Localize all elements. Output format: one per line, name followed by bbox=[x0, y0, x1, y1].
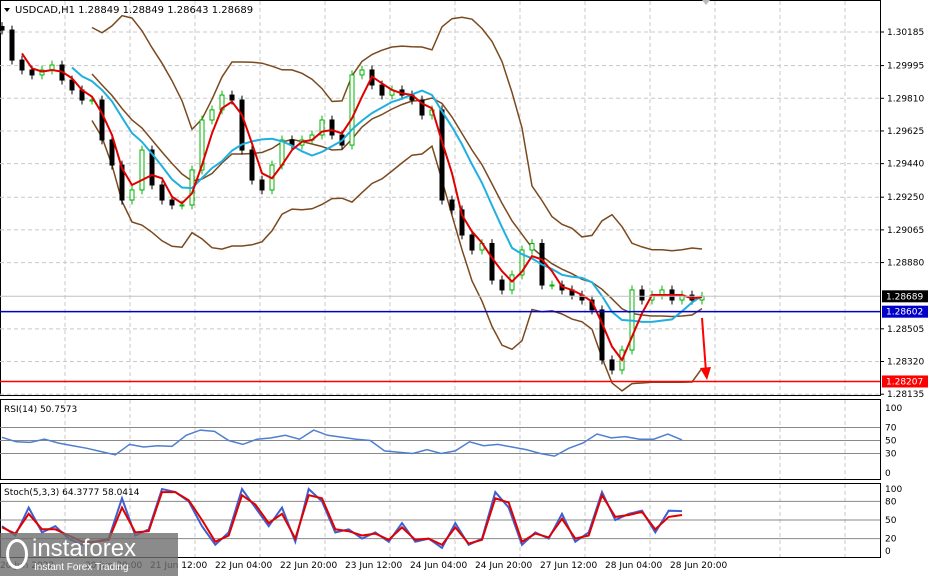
candle-body bbox=[449, 199, 455, 211]
x-tick-label: 24 Jun 04:00 bbox=[410, 561, 467, 571]
candle-body bbox=[129, 189, 135, 201]
dropdown-triangle-icon bbox=[4, 8, 10, 12]
rsi-line bbox=[1, 429, 683, 457]
candle-body bbox=[599, 309, 605, 361]
y-tick-label: 1.28135 bbox=[887, 390, 924, 400]
stoch-label: Stoch(5,3,3) 64.3777 58.0414 bbox=[4, 488, 140, 498]
rsi-tick-label: 0 bbox=[885, 469, 891, 479]
candle-body bbox=[139, 149, 145, 191]
y-tick-label: 1.28505 bbox=[887, 325, 924, 335]
stoch-tick-label: 50 bbox=[885, 516, 897, 526]
instaforex-watermark: instaforex Instant Forex Trading bbox=[0, 533, 178, 576]
instaforex-logo-icon bbox=[6, 539, 28, 569]
candle-body bbox=[9, 29, 15, 61]
x-tick-label: 28 Jun 04:00 bbox=[605, 561, 662, 571]
level-label: 1.28207 bbox=[886, 377, 923, 387]
candle-body bbox=[639, 289, 645, 301]
slow-moving-average bbox=[71, 66, 703, 323]
watermark-tagline: Instant Forex Trading bbox=[34, 562, 129, 573]
candle-body bbox=[329, 119, 335, 136]
rsi-tick-label: 50 bbox=[885, 437, 897, 447]
x-tick-label: 27 Jun 12:00 bbox=[540, 561, 597, 571]
stoch-tick-label: 80 bbox=[885, 497, 897, 507]
x-tick-label: 22 Jun 20:00 bbox=[280, 561, 337, 571]
stoch-tick-label: 0 bbox=[885, 547, 891, 557]
candle-body bbox=[609, 359, 615, 371]
y-tick-label: 1.29995 bbox=[887, 62, 924, 72]
rsi-tick-label: 100 bbox=[885, 404, 902, 414]
x-tick-label: 23 Jun 12:00 bbox=[345, 561, 402, 571]
y-tick-label: 1.29440 bbox=[887, 160, 924, 170]
candle-body bbox=[489, 242, 495, 281]
candle-body bbox=[109, 139, 115, 166]
candle-body bbox=[379, 84, 385, 96]
watermark-brand: instaforex bbox=[32, 535, 137, 562]
candle-body bbox=[19, 59, 25, 71]
candle-body bbox=[99, 99, 105, 141]
candle-body bbox=[349, 74, 355, 146]
candle-body bbox=[69, 79, 75, 91]
y-tick-label: 1.28320 bbox=[887, 358, 924, 368]
candle-body bbox=[29, 69, 35, 76]
level-label: 1.28602 bbox=[886, 308, 923, 318]
chart-title: USDCAD,H1 1.28849 1.28849 1.28643 1.2868… bbox=[15, 5, 253, 16]
y-tick-label: 1.29810 bbox=[887, 94, 924, 104]
y-tick-label: 1.29250 bbox=[887, 193, 924, 203]
candle-body bbox=[259, 179, 265, 191]
rsi-tick-label: 70 bbox=[885, 424, 897, 434]
y-tick-label: 1.29065 bbox=[887, 226, 924, 236]
forecast-arrow-line bbox=[701, 317, 707, 373]
candle-body bbox=[229, 94, 235, 101]
current-price-label: 1.28689 bbox=[886, 292, 923, 302]
y-tick-label: 1.29625 bbox=[887, 127, 924, 137]
stoch-tick-label: 100 bbox=[885, 485, 902, 495]
x-tick-label: 28 Jun 20:00 bbox=[670, 561, 727, 571]
candle-body bbox=[529, 242, 535, 251]
y-tick-label: 1.30185 bbox=[887, 28, 924, 38]
candle-body bbox=[359, 69, 365, 76]
candle-body bbox=[499, 279, 505, 291]
candle-body bbox=[469, 234, 475, 251]
candle-body bbox=[239, 99, 245, 151]
y-tick-label: 1.28880 bbox=[887, 259, 924, 269]
rsi-panel-frame bbox=[0, 399, 881, 480]
bollinger-upper-band bbox=[91, 14, 703, 252]
stoch-tick-label: 20 bbox=[885, 535, 897, 545]
candle-body bbox=[169, 199, 175, 206]
chart-window: 1.30185 1.29995 1.29810 1.29625 1.29440 1.292… bbox=[0, 0, 930, 576]
rsi-label: RSI(14) 50.7573 bbox=[4, 405, 77, 415]
candle-body bbox=[209, 109, 215, 121]
x-tick-label: 24 Jun 20:00 bbox=[475, 561, 532, 571]
candle-body bbox=[0, 26, 5, 31]
candle-body bbox=[549, 284, 555, 287]
bollinger-lower-band bbox=[91, 120, 703, 392]
bollinger-middle-band bbox=[91, 73, 703, 318]
chart-svg[interactable]: 1.30185 1.29995 1.29810 1.29625 1.29440 1.292… bbox=[0, 0, 930, 576]
x-tick-label: 22 Jun 04:00 bbox=[215, 561, 272, 571]
candle-body bbox=[249, 149, 255, 181]
candle-body bbox=[439, 109, 445, 201]
arrow-down-icon bbox=[700, 367, 711, 380]
chart-shift-marker-icon bbox=[702, 0, 710, 5]
candle-body bbox=[179, 204, 185, 207]
candle-body bbox=[159, 184, 165, 201]
rsi-tick-label: 30 bbox=[885, 450, 897, 460]
